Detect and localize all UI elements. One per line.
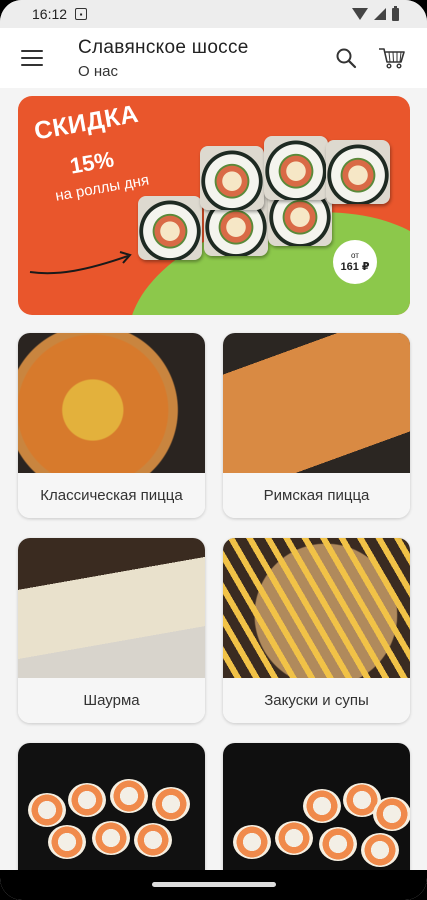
sushi-roll-image [264,136,328,200]
category-card-snacks-soups[interactable]: Закуски и супы [223,538,410,723]
sushi-image [275,821,313,855]
fries-image [223,538,410,678]
home-gesture-handle[interactable] [152,882,276,887]
price-value: 161 ₽ [340,260,370,273]
banner-heading: СКИДКА [32,99,141,146]
category-card-sushi-sets[interactable] [18,743,205,883]
battery-icon [392,5,399,21]
cart-button[interactable] [369,28,415,88]
arrow-icon [29,251,132,275]
category-card-rolls[interactable] [223,743,410,883]
banner-percent: 15% [68,146,116,179]
hamburger-menu-icon [21,50,43,66]
search-icon [336,48,357,69]
category-label: Римская пицца [223,473,410,518]
app-screen: 16:12 ▪ Славянское шоссе О нас СКИДКА 15… [0,0,427,900]
signal-icon [374,8,386,20]
sushi-roll-image [326,140,390,204]
sushi-image [134,823,172,857]
pizza-image [18,333,205,473]
wifi-icon [352,8,368,20]
notification-square-icon: ▪ [75,8,88,20]
app-bar: Славянское шоссе О нас [0,28,427,88]
price-prefix: от [351,250,359,260]
status-icons [352,5,399,21]
sushi-image [361,833,399,867]
sushi-image [110,779,148,813]
sushi-image [92,821,130,855]
banner-subheading: на роллы дня [54,171,151,205]
roman-pizza-image [223,333,410,473]
sushi-image [319,827,357,861]
sushi-image [233,825,271,859]
price-badge: от 161 ₽ [333,240,377,284]
promo-banner[interactable]: СКИДКА 15% на роллы дня от 161 ₽ [18,96,410,315]
menu-button[interactable] [0,28,64,88]
app-bar-titles: Славянское шоссе О нас [64,37,323,80]
category-card-shawarma[interactable]: Шаурма [18,538,205,723]
category-label: Закуски и супы [223,678,410,723]
page-title: Славянское шоссе [78,36,249,58]
about-link[interactable]: О нас [78,63,323,80]
search-button[interactable] [323,28,369,88]
sushi-image [373,797,410,831]
sushi-image [48,825,86,859]
status-bar: 16:12 ▪ [0,0,427,28]
cart-icon [379,48,405,69]
category-card-roman-pizza[interactable]: Римская пицца [223,333,410,518]
category-label: Классическая пицца [18,473,205,518]
category-label: Шаурма [18,678,205,723]
sushi-image [303,789,341,823]
sushi-image [28,793,66,827]
sushi-roll-image [138,196,202,260]
shawarma-image [18,538,205,678]
category-card-classic-pizza[interactable]: Классическая пицца [18,333,205,518]
sushi-roll-image [200,146,264,210]
sushi-image [68,783,106,817]
status-time: 16:12 [32,6,68,22]
sushi-image [152,787,190,821]
